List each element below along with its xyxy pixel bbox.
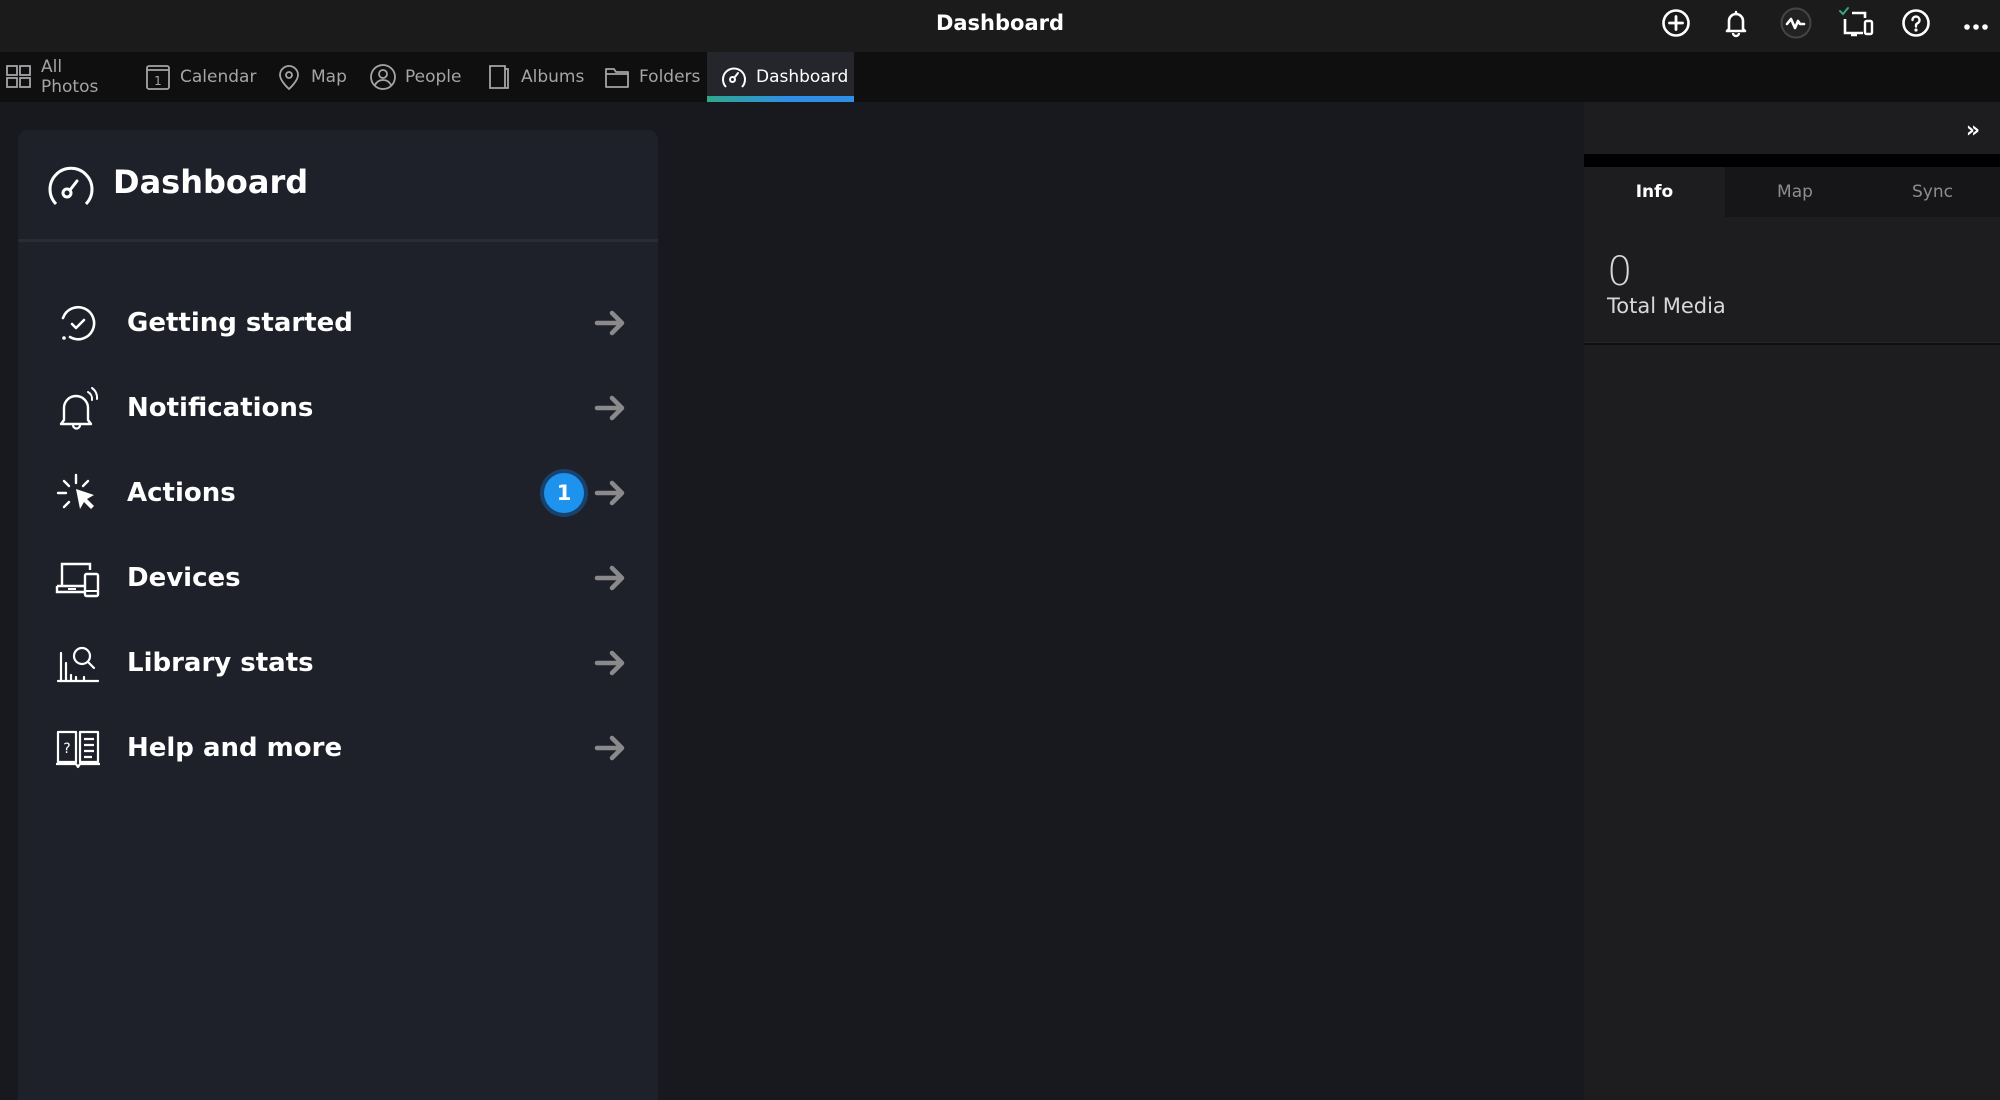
- more-icon[interactable]: [1958, 5, 1994, 41]
- chart-search-icon: [56, 646, 100, 683]
- info-panel-tabs: Info Map Sync: [1584, 167, 2000, 217]
- tab-label: Albums: [521, 67, 585, 87]
- menu-item-getting-started[interactable]: Getting started: [18, 283, 658, 363]
- menu-item-library-stats[interactable]: Library stats: [18, 623, 658, 703]
- add-icon[interactable]: [1658, 5, 1694, 41]
- arrow-right-icon: [594, 735, 625, 761]
- total-media-stat: 0 Total Media: [1607, 252, 1726, 318]
- ringing-bell-icon: [59, 387, 99, 430]
- tab-calendar[interactable]: 1 Calendar: [144, 52, 256, 102]
- gauge-icon: [48, 166, 94, 206]
- book-help-icon: ?: [56, 730, 100, 769]
- panel-tab-sync[interactable]: Sync: [1865, 167, 2000, 217]
- tab-label: Calendar: [180, 67, 257, 87]
- tab-folders[interactable]: Folders: [603, 52, 701, 102]
- activity-icon[interactable]: [1778, 5, 1814, 41]
- nav-tab-bar: All Photos 1 Calendar Map People Albums …: [0, 52, 2000, 102]
- click-cursor-icon: [56, 473, 94, 509]
- tab-dashboard[interactable]: Dashboard: [707, 52, 854, 102]
- menu-item-notifications[interactable]: Notifications: [18, 368, 658, 448]
- bell-icon[interactable]: [1718, 5, 1754, 41]
- devices-sync-icon[interactable]: [1838, 5, 1878, 41]
- menu-item-label: Notifications: [127, 393, 314, 423]
- dashboard-header: Dashboard: [18, 130, 658, 242]
- arrow-right-icon: [594, 310, 625, 336]
- dashboard-title: Dashboard: [113, 163, 309, 201]
- calendar-icon: 1: [146, 65, 170, 90]
- gauge-icon: [722, 67, 746, 88]
- menu-item-label: Devices: [127, 563, 241, 593]
- menu-item-label: Getting started: [127, 308, 353, 338]
- tab-label: Map: [311, 67, 347, 87]
- svg-text:?: ?: [63, 741, 70, 757]
- arrow-right-icon: [594, 650, 625, 676]
- tab-label: All Photos: [41, 57, 99, 97]
- panel-tab-info[interactable]: Info: [1584, 167, 1725, 217]
- checklist-circle-icon: [61, 305, 96, 341]
- dashboard-panel: Dashboard Getting started Notifications …: [18, 130, 658, 1100]
- tab-label: Folders: [639, 67, 701, 87]
- panel-divider: [1584, 342, 2000, 345]
- arrow-right-icon: [594, 565, 625, 591]
- panel-tab-map[interactable]: Map: [1725, 167, 1865, 217]
- menu-item-devices[interactable]: Devices: [18, 538, 658, 618]
- info-side-panel: » Info Map Sync 0 Total Media: [1584, 102, 2000, 1100]
- tab-map[interactable]: Map: [275, 52, 347, 102]
- tab-label: Dashboard: [756, 67, 849, 87]
- total-media-label: Total Media: [1607, 294, 1726, 318]
- title-bar: Dashboard: [0, 0, 2000, 52]
- window-title: Dashboard: [935, 11, 1065, 35]
- menu-item-label: Help and more: [127, 733, 343, 763]
- help-icon[interactable]: [1898, 5, 1934, 41]
- album-icon: [489, 65, 509, 89]
- map-pin-icon: [279, 65, 299, 91]
- arrow-right-icon: [594, 480, 625, 506]
- grid-icon: [6, 65, 31, 88]
- menu-item-help-and-more[interactable]: ? Help and more: [18, 708, 658, 788]
- menu-item-label: Actions: [127, 478, 236, 508]
- tab-albums[interactable]: Albums: [485, 52, 584, 102]
- actions-count-badge: 1: [544, 473, 584, 513]
- menu-item-label: Library stats: [127, 648, 314, 678]
- folder-icon: [605, 68, 629, 88]
- menu-item-actions[interactable]: Actions 1: [18, 453, 658, 533]
- tab-label: People: [405, 67, 462, 87]
- panel-separator: [1584, 154, 2000, 167]
- collapse-panel-button[interactable]: »: [1960, 118, 1986, 144]
- svg-text:1: 1: [154, 74, 162, 88]
- total-media-count: 0: [1607, 249, 1633, 295]
- tab-all-photos[interactable]: All Photos: [5, 52, 123, 102]
- arrow-right-icon: [594, 395, 625, 421]
- laptop-phone-icon: [55, 562, 100, 598]
- person-icon: [370, 64, 396, 90]
- tab-people[interactable]: People: [369, 52, 461, 102]
